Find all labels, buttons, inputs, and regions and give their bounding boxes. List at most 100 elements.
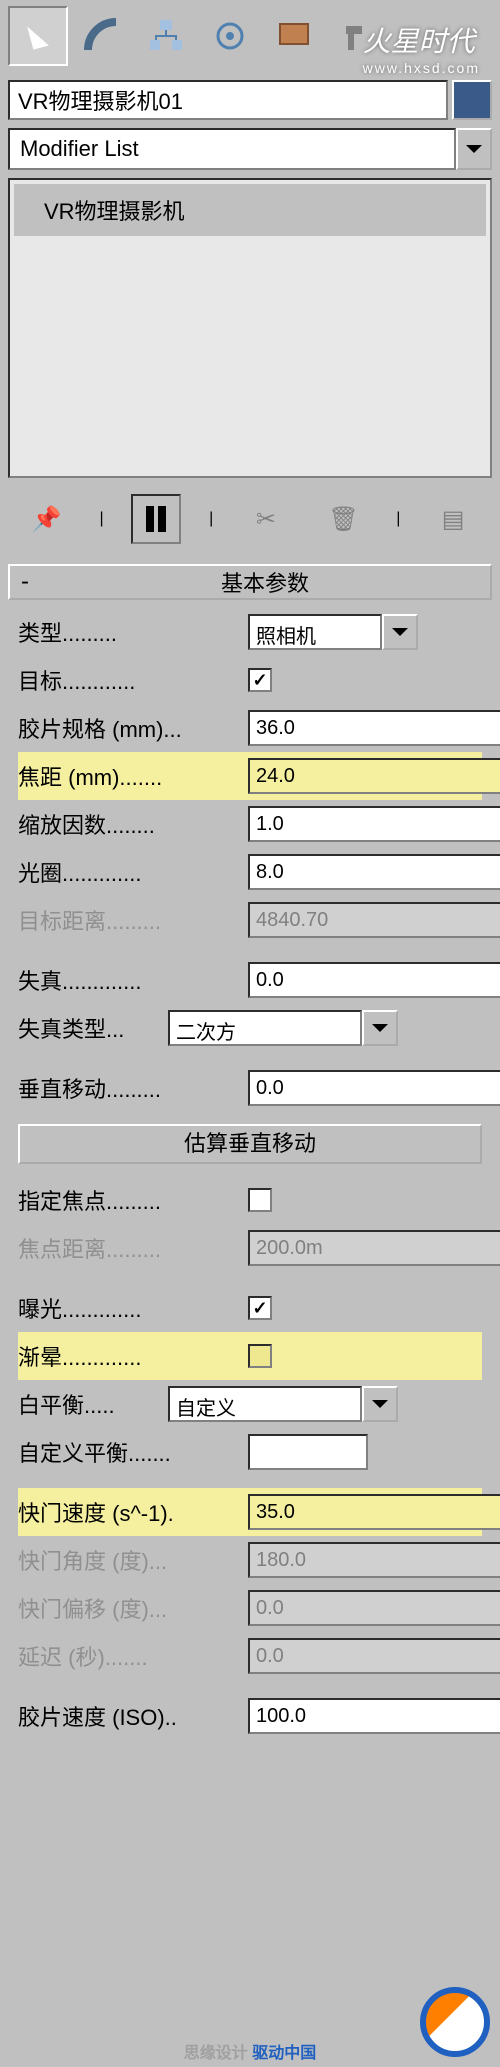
divider: |	[209, 510, 213, 528]
param-target-distance: 目标距离.........	[18, 896, 482, 944]
param-vertical-shift: 垂直移动.........	[18, 1064, 482, 1112]
param-exposure: 曝光............. ✓	[18, 1284, 482, 1332]
configure-icon[interactable]: ▤	[428, 494, 478, 544]
custom-balance-color[interactable]	[248, 1434, 368, 1470]
param-label: 垂直移动.........	[18, 1072, 248, 1104]
type-select[interactable]: 照相机	[248, 614, 418, 650]
object-color-swatch[interactable]	[452, 80, 492, 120]
vertical-shift-spinner[interactable]	[248, 1070, 398, 1106]
modifier-stack[interactable]: VR物理摄影机	[8, 178, 492, 478]
chevron-down-icon[interactable]	[362, 1386, 398, 1422]
rollout-basic-params: - 基本参数 类型......... 照相机 目标............ ✓ …	[8, 564, 492, 1748]
param-type: 类型......... 照相机	[18, 608, 482, 656]
object-name-row	[8, 80, 492, 120]
chevron-down-icon[interactable]	[456, 128, 492, 170]
chevron-down-icon[interactable]	[362, 1010, 398, 1046]
param-aperture: 光圈.............	[18, 848, 482, 896]
param-label: 目标............	[18, 664, 248, 696]
param-white-balance: 白平衡..... 自定义	[18, 1380, 482, 1428]
tab-5[interactable]	[264, 6, 324, 66]
param-shutter-speed: 快门速度 (s^-1).	[18, 1488, 482, 1536]
param-focal-length: 焦距 (mm).......	[18, 752, 482, 800]
specify-focus-checkbox[interactable]	[248, 1188, 272, 1212]
distortion-type-select[interactable]: 二次方	[168, 1010, 398, 1046]
param-focus-distance: 焦点距离.........	[18, 1224, 482, 1272]
rollout-title: 基本参数	[40, 566, 490, 598]
param-label: 焦点距离.........	[18, 1232, 248, 1264]
target-dist-spinner	[248, 902, 398, 938]
focal-length-spinner[interactable]	[248, 758, 398, 794]
tab-6[interactable]	[328, 6, 388, 66]
param-latency: 延迟 (秒).......	[18, 1632, 482, 1680]
remove-icon[interactable]: 🗑	[319, 494, 369, 544]
param-specify-focus: 指定焦点.........	[18, 1176, 482, 1224]
param-label: 胶片规格 (mm)...	[18, 712, 248, 744]
command-panel-tabs	[0, 0, 500, 72]
param-distortion-type: 失真类型... 二次方	[18, 1004, 482, 1052]
logo-badge	[420, 1987, 490, 2057]
param-shutter-angle: 快门角度 (度)...	[18, 1536, 482, 1584]
vignetting-checkbox[interactable]	[248, 1344, 272, 1368]
tab-3[interactable]	[136, 6, 196, 66]
hammer-icon	[340, 18, 376, 54]
param-label: 缩放因数........	[18, 808, 248, 840]
motion-icon	[212, 18, 248, 54]
pin-icon[interactable]: 📌	[22, 494, 72, 544]
object-name-input[interactable]	[8, 80, 448, 120]
param-distortion: 失真.............	[18, 956, 482, 1004]
film-speed-spinner[interactable]	[248, 1698, 398, 1734]
focus-dist-spinner	[248, 1230, 398, 1266]
hierarchy-icon	[148, 18, 184, 54]
param-label: 胶片速度 (ISO)..	[18, 1700, 248, 1732]
guess-vertical-button[interactable]: 估算垂直移动	[18, 1124, 482, 1164]
cursor-icon	[27, 22, 49, 49]
show-end-result-icon[interactable]	[131, 494, 181, 544]
param-label: 光圈.............	[18, 856, 248, 888]
aperture-spinner[interactable]	[248, 854, 398, 890]
make-unique-icon[interactable]: ✂	[241, 494, 291, 544]
param-label: 快门角度 (度)...	[18, 1544, 248, 1576]
tab-2[interactable]	[72, 6, 132, 66]
param-film-speed: 胶片速度 (ISO)..	[18, 1692, 482, 1740]
param-zoom-factor: 缩放因数........	[18, 800, 482, 848]
param-label: 自定义平衡.......	[18, 1436, 248, 1468]
param-label: 快门速度 (s^-1).	[18, 1496, 248, 1528]
exposure-checkbox[interactable]: ✓	[248, 1296, 272, 1320]
tab-4[interactable]	[200, 6, 260, 66]
footer-text: 思缘设计 驱动中国	[184, 2039, 316, 2063]
logo-icon	[420, 1987, 490, 2057]
divider: |	[396, 510, 400, 528]
param-film-gate: 胶片规格 (mm)...	[18, 704, 482, 752]
param-shutter-offset: 快门偏移 (度)...	[18, 1584, 482, 1632]
param-label: 失真.............	[18, 964, 248, 996]
param-custom-balance: 自定义平衡.......	[18, 1428, 482, 1476]
shutter-offset-spinner	[248, 1590, 398, 1626]
param-label: 目标距离.........	[18, 904, 248, 936]
param-label: 渐晕.............	[18, 1340, 248, 1372]
target-checkbox[interactable]: ✓	[248, 668, 272, 692]
rollout-toggle-icon: -	[10, 568, 40, 596]
param-label: 快门偏移 (度)...	[18, 1592, 248, 1624]
param-label: 焦距 (mm).......	[18, 760, 248, 792]
shutter-angle-spinner	[248, 1542, 398, 1578]
latency-spinner	[248, 1638, 398, 1674]
divider: |	[100, 510, 104, 528]
display-icon	[276, 18, 312, 54]
modify-tab[interactable]	[8, 6, 68, 66]
distortion-spinner[interactable]	[248, 962, 398, 998]
white-balance-select[interactable]: 自定义	[168, 1386, 398, 1422]
param-label: 类型.........	[18, 616, 248, 648]
zoom-factor-spinner[interactable]	[248, 806, 398, 842]
shutter-speed-spinner[interactable]	[248, 1494, 398, 1530]
arc-icon	[84, 18, 120, 54]
modstack-item[interactable]: VR物理摄影机	[14, 184, 486, 236]
modifier-list-dropdown[interactable]: Modifier List	[8, 128, 492, 170]
film-gate-spinner[interactable]	[248, 710, 398, 746]
param-target: 目标............ ✓	[18, 656, 482, 704]
rollout-header[interactable]: - 基本参数	[8, 564, 492, 600]
param-label: 延迟 (秒).......	[18, 1640, 248, 1672]
param-vignetting: 渐晕.............	[18, 1332, 482, 1380]
chevron-down-icon[interactable]	[382, 614, 418, 650]
modstack-toolbar: 📌 | | ✂ 🗑 | ▤	[8, 486, 492, 552]
param-label: 失真类型...	[18, 1012, 168, 1044]
